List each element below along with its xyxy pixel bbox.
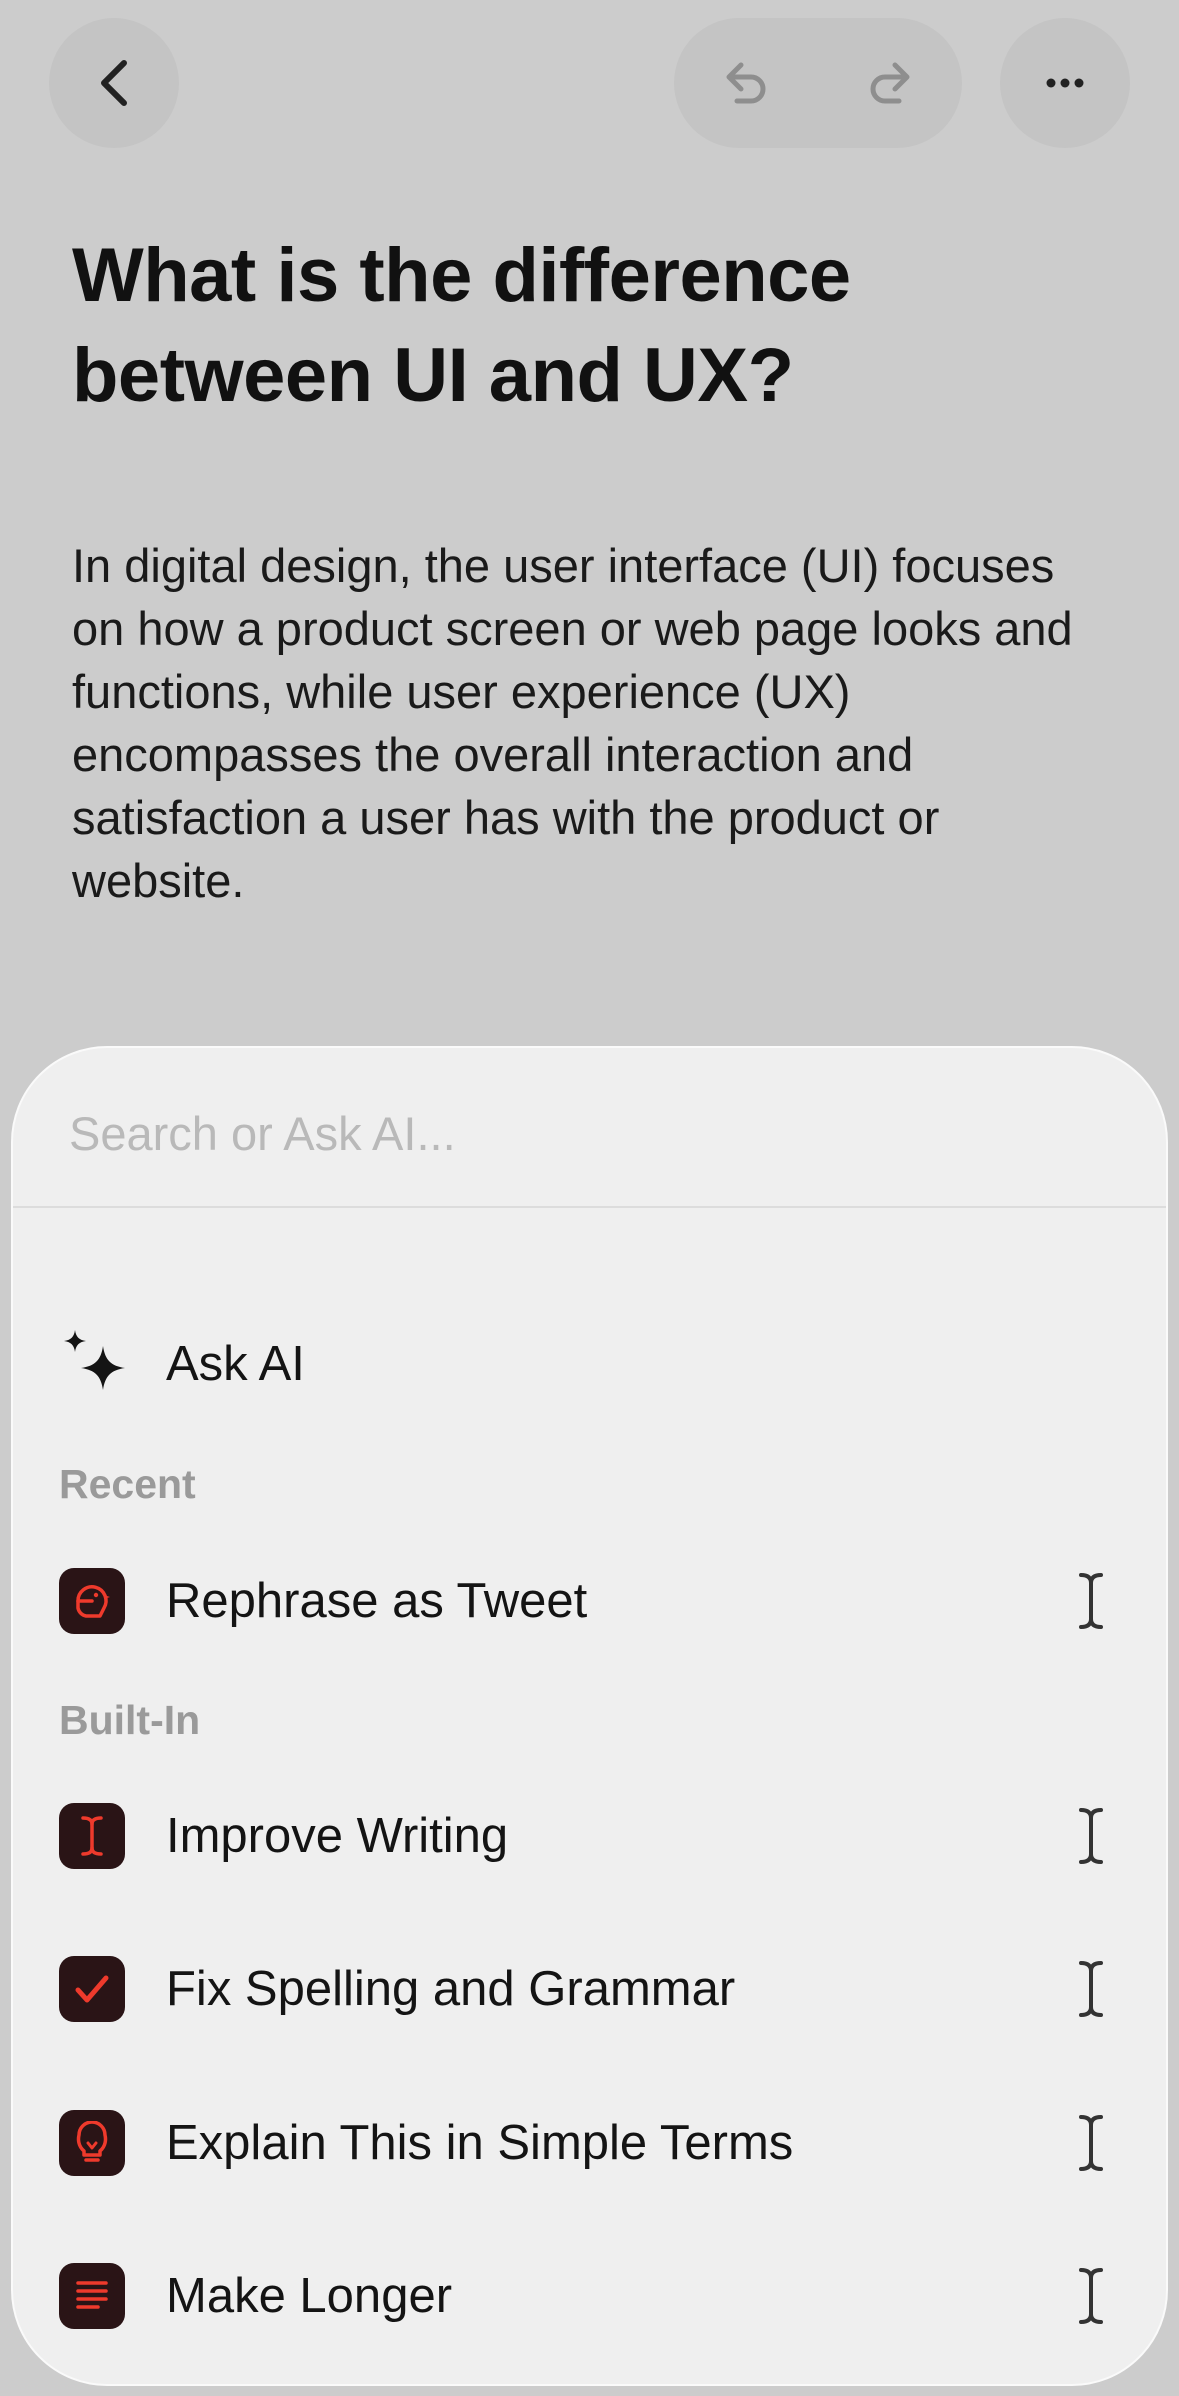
ai-command-sheet: Ask AI Recent Rephrase as Tweet Built-In <box>11 1046 1168 2386</box>
menu-item-label: Rephrase as Tweet <box>166 1574 588 1628</box>
back-button[interactable] <box>49 18 179 148</box>
ask-ai-item[interactable]: Ask AI <box>13 1318 1166 1408</box>
undo-redo-group <box>674 18 962 148</box>
section-header-recent: Recent <box>59 1461 196 1507</box>
document-title[interactable]: What is the difference between UI and UX… <box>72 226 1092 426</box>
menu-item-rephrase-as-tweet[interactable]: Rephrase as Tweet <box>13 1551 1166 1651</box>
menu-item-improve-writing[interactable]: Improve Writing <box>13 1786 1166 1886</box>
ask-ai-label: Ask AI <box>166 1337 305 1391</box>
section-header-built-in: Built-In <box>59 1697 201 1743</box>
checkmark-icon <box>59 1956 125 2022</box>
redo-icon <box>865 57 915 109</box>
ellipsis-icon <box>1045 77 1085 89</box>
text-cursor-icon <box>1079 2268 1103 2324</box>
sparkles-icon <box>64 1330 125 1390</box>
undo-button[interactable] <box>674 18 818 148</box>
text-cursor-icon <box>1079 1808 1103 1864</box>
menu-item-fix-spelling-and-grammar[interactable]: Fix Spelling and Grammar <box>13 1939 1166 2039</box>
menu-item-make-longer[interactable]: Make Longer <box>13 2246 1166 2346</box>
menu-item-explain-in-simple-terms[interactable]: Explain This in Simple Terms <box>13 2093 1166 2193</box>
search-input[interactable] <box>69 1098 1109 1168</box>
menu-item-label: Improve Writing <box>166 1809 509 1863</box>
document-body[interactable]: In digital design, the user interface (U… <box>72 534 1082 912</box>
text-cursor-icon <box>1079 1961 1103 2017</box>
text-cursor-icon <box>1079 2115 1103 2171</box>
text-cursor-icon <box>59 1803 125 1869</box>
search-divider <box>13 1206 1166 1208</box>
bird-icon <box>59 1568 125 1634</box>
lightbulb-icon <box>59 2110 125 2176</box>
text-lines-icon <box>59 2263 125 2329</box>
redo-button[interactable] <box>818 18 962 148</box>
chevron-left-icon <box>94 57 134 109</box>
undo-icon <box>721 57 771 109</box>
more-options-button[interactable] <box>1000 18 1130 148</box>
menu-item-label: Make Longer <box>166 2269 453 2323</box>
menu-item-label: Fix Spelling and Grammar <box>166 1962 736 2016</box>
text-cursor-icon <box>1079 1573 1103 1629</box>
menu-item-label: Explain This in Simple Terms <box>166 2116 794 2170</box>
